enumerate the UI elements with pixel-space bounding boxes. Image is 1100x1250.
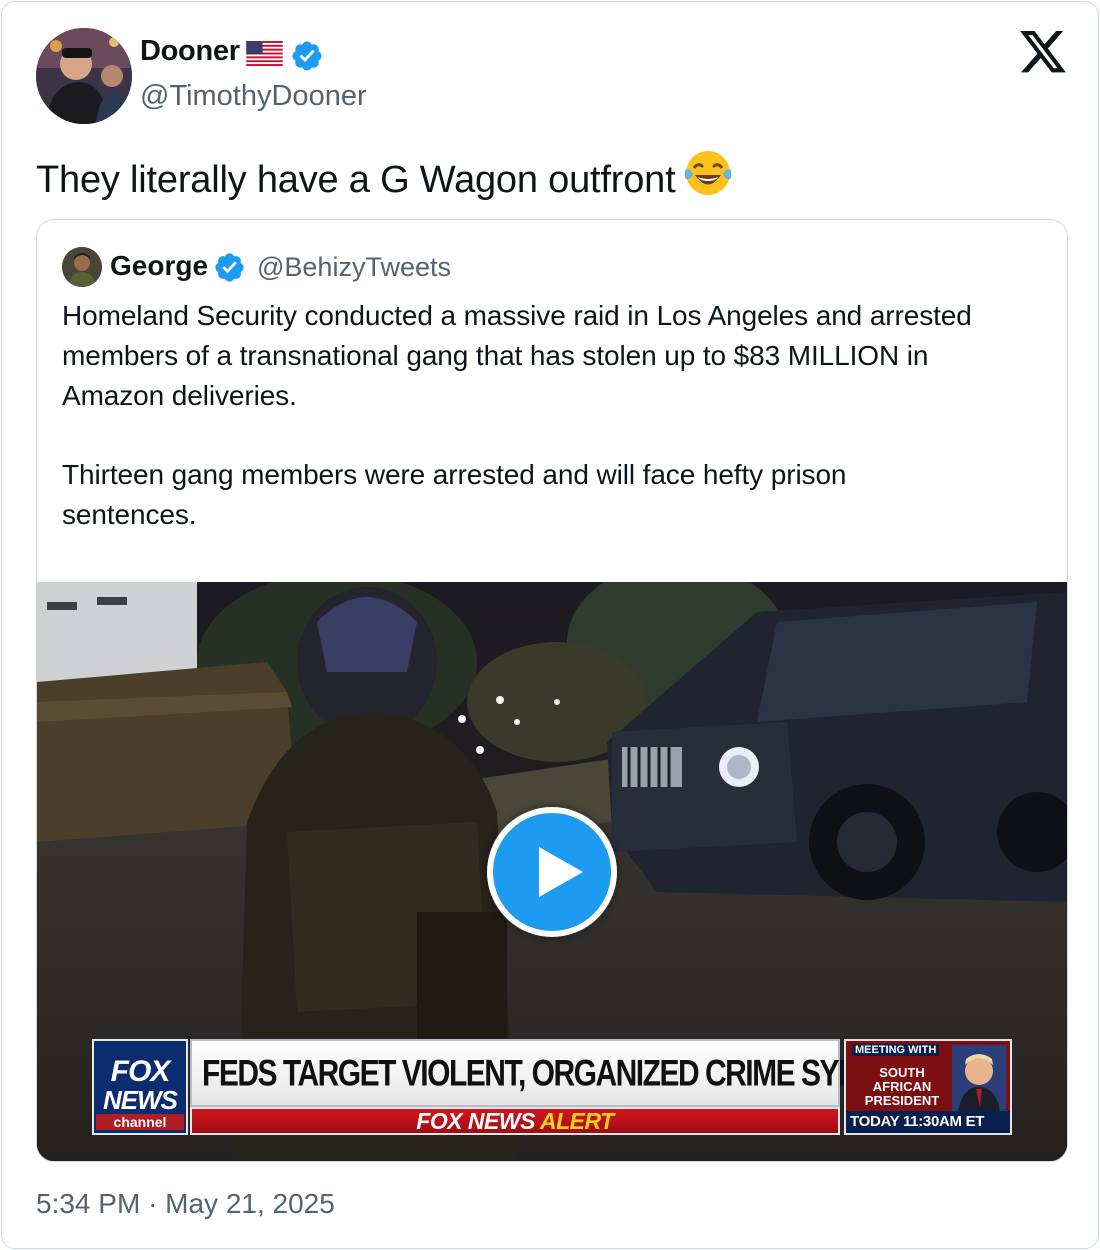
play-button[interactable]	[487, 807, 617, 937]
us-flag-icon	[246, 41, 283, 66]
chyron-headline-bar: FEDS TARGET VIOLENT, ORGANIZED CRIME SYN…	[190, 1039, 960, 1107]
play-icon	[539, 847, 583, 897]
author-name[interactable]: Dooner	[140, 35, 240, 68]
video-player[interactable]: FOX NEWS channel FEDS TARGET VIOLENT, OR…	[37, 582, 1067, 1161]
fox-logo-line-1: FOX	[110, 1055, 171, 1088]
quoted-tweet[interactable]: George @BehizyTweets Homeland Security c…	[36, 219, 1068, 1162]
quoted-text-line: Homeland Security conducted a massive ra…	[62, 300, 972, 331]
chyron-side-box: MEETING WITH SOUTH AFRICAN PRESIDENT TOD…	[844, 1039, 1012, 1135]
quoted-text-line: members of a transnational gang that has…	[62, 340, 929, 371]
quoted-text-line: Thirteen gang members were arrested and …	[62, 459, 847, 490]
tweet-text-content: They literally have a G Wagon outfront	[36, 159, 676, 201]
quoted-text-line: Amazon deliveries.	[62, 380, 297, 411]
portrait-image	[952, 1045, 1006, 1113]
tweet-card: Dooner @TimothyDooner They literally hav…	[1, 1, 1099, 1249]
chyron-alert: FOX NEWS ALERT	[416, 1108, 614, 1134]
quoted-text-line: sentences.	[62, 499, 197, 530]
side-box-bottom: TODAY 11:30AM ET	[846, 1111, 1010, 1133]
side-box-top: MEETING WITH	[852, 1044, 940, 1056]
quoted-author-handle[interactable]: @BehizyTweets	[257, 252, 451, 283]
quoted-author-avatar[interactable]	[62, 247, 102, 287]
quoted-author-name[interactable]: George	[110, 250, 208, 282]
verified-badge-icon	[215, 253, 244, 282]
fox-logo-line-3: channel	[96, 1114, 184, 1130]
fox-news-logo: FOX NEWS channel	[92, 1039, 188, 1135]
alert-prefix: FOX NEWS	[416, 1108, 535, 1134]
verified-badge-icon	[292, 41, 322, 71]
side-box-mid: SOUTH AFRICAN PRESIDENT	[864, 1065, 940, 1108]
tweet-timestamp[interactable]: 5:34 PM · May 21, 2025	[36, 1188, 335, 1220]
alert-suffix: ALERT	[539, 1108, 614, 1134]
author-handle[interactable]: @TimothyDooner	[140, 80, 367, 113]
news-chyron: FOX NEWS channel FEDS TARGET VIOLENT, OR…	[92, 1039, 1012, 1137]
x-logo-icon[interactable]	[1020, 31, 1066, 73]
author-avatar[interactable]	[36, 28, 132, 124]
tweet-text: They literally have a G Wagon outfront	[36, 148, 733, 202]
chyron-alert-bar: FOX NEWS ALERT	[190, 1107, 840, 1135]
tears-of-joy-emoji-icon	[685, 151, 732, 195]
fox-logo-line-2: NEWS	[103, 1085, 178, 1115]
